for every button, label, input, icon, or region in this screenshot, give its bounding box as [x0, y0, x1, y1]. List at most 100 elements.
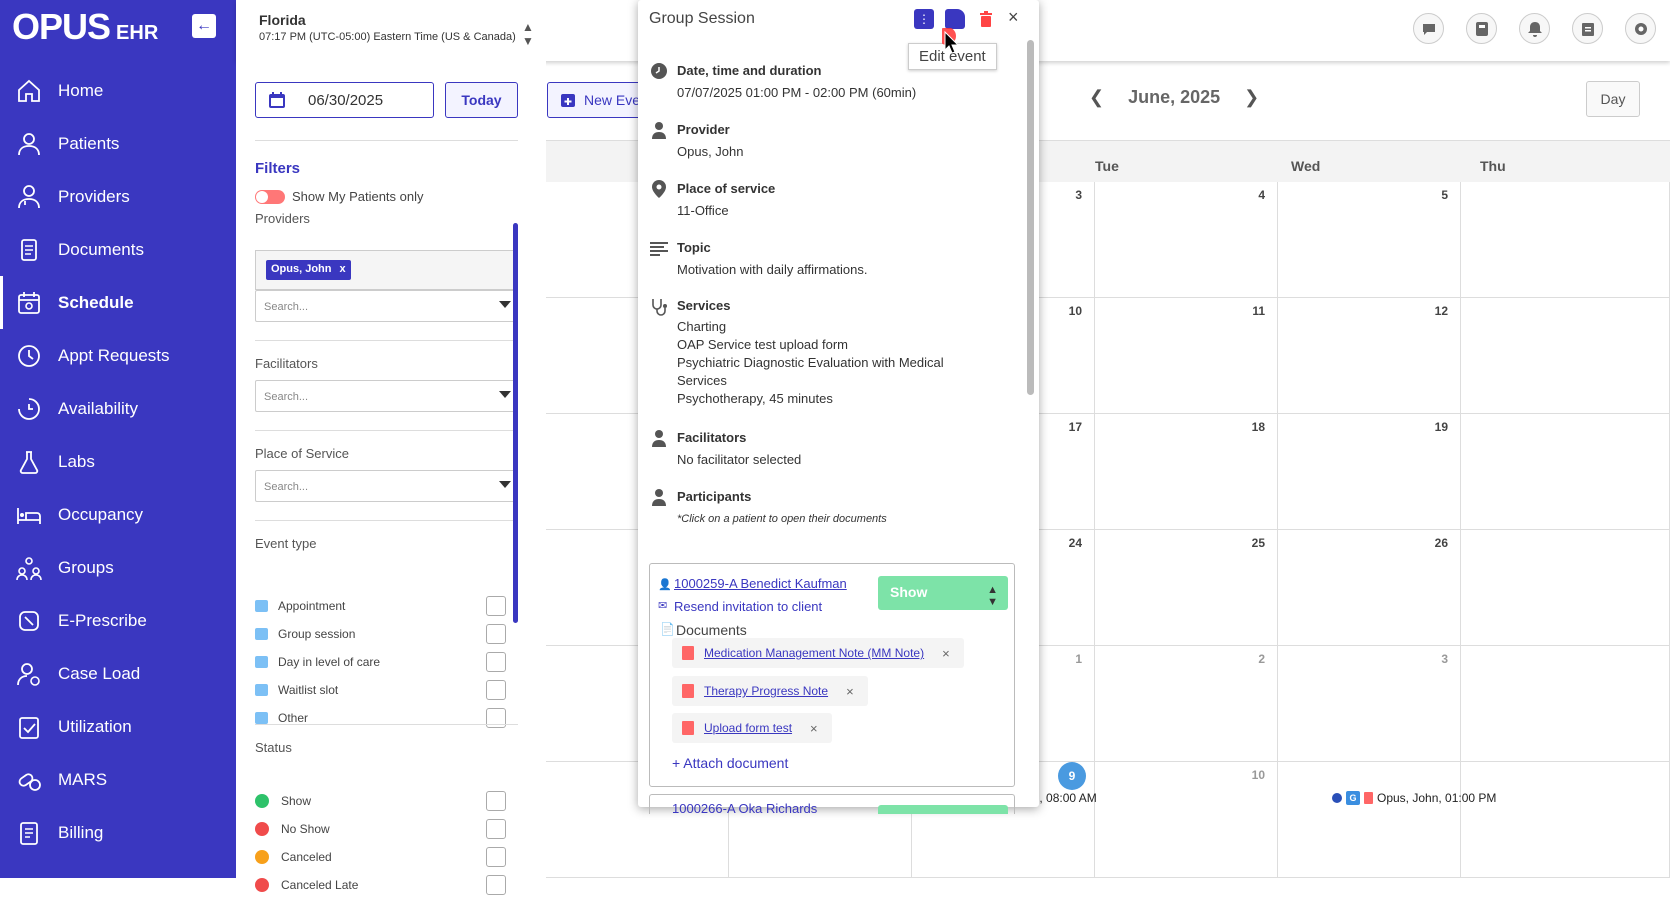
divider: [255, 340, 518, 341]
person-icon: [650, 488, 668, 506]
next-month-icon[interactable]: ❯: [1244, 87, 1259, 108]
calendar-day-cell[interactable]: 10: [1095, 762, 1278, 878]
sidebar-item-providers[interactable]: Providers: [0, 170, 236, 223]
remove-document-icon[interactable]: ×: [810, 721, 818, 736]
sidebar-item-labs[interactable]: Labs: [0, 435, 236, 488]
sidebar-item-e-prescribe[interactable]: E-Prescribe: [0, 594, 236, 647]
calendar-day-cell[interactable]: [1461, 530, 1670, 646]
remove-document-icon[interactable]: ×: [942, 646, 950, 661]
sidebar-item-home[interactable]: Home: [0, 64, 236, 117]
sidebar-item-case-load[interactable]: Case Load: [0, 647, 236, 700]
location-sort-icon[interactable]: ▲ ▼: [522, 20, 534, 48]
providers-chip-box[interactable]: Opus, John x: [255, 250, 518, 290]
sidebar-item-groups[interactable]: Groups: [0, 541, 236, 594]
calendar-day-cell[interactable]: [1461, 182, 1670, 298]
event-type-row: Day in level of care: [255, 648, 518, 676]
utilization-icon: [16, 714, 42, 740]
calendar-day-cell[interactable]: [1461, 762, 1670, 878]
event-type-checkbox[interactable]: [486, 596, 506, 616]
calendar-day-cell[interactable]: 18: [1095, 414, 1278, 530]
facilitators-search[interactable]: Search...: [255, 380, 518, 412]
event-type-checkbox[interactable]: [486, 708, 506, 728]
provider-chip[interactable]: Opus, John x: [266, 260, 351, 280]
calendar-day-cell[interactable]: [1278, 762, 1461, 878]
status-checkbox[interactable]: [486, 791, 506, 811]
status-checkbox[interactable]: [486, 875, 506, 895]
edit-event-icon[interactable]: [945, 9, 965, 29]
sidebar-item-documents[interactable]: Documents: [0, 223, 236, 276]
place-search[interactable]: Search...: [255, 470, 518, 502]
collapse-sidebar-button[interactable]: ←: [192, 14, 216, 38]
sidebar-item-mars[interactable]: MARS: [0, 753, 236, 806]
calendar-day-cell[interactable]: 2: [1095, 646, 1278, 762]
list-icon[interactable]: ⋮: [914, 9, 934, 29]
schedule-icon: [16, 290, 42, 316]
logo: OPUS EHR: [12, 6, 159, 47]
status-checkbox[interactable]: [486, 847, 506, 867]
providers-search[interactable]: Search...: [255, 290, 518, 322]
location-name[interactable]: Florida: [259, 12, 306, 28]
status-checkbox[interactable]: [486, 819, 506, 839]
day-number: 24: [1068, 536, 1082, 550]
attach-document-link[interactable]: + Attach document: [672, 755, 788, 771]
status-dot: [255, 794, 269, 808]
sidebar-item-appt-requests[interactable]: Appt Requests: [0, 329, 236, 382]
place-label: Place of service: [677, 181, 776, 196]
book-icon[interactable]: [1466, 13, 1497, 44]
sidebar-item-patients[interactable]: Patients: [0, 117, 236, 170]
sidebar-item-utilization[interactable]: Utilization: [0, 700, 236, 753]
provider-value: Opus, John: [677, 144, 744, 159]
date-value: 06/30/2025: [308, 91, 384, 109]
sidebar-item-label: Groups: [58, 557, 114, 577]
gear-icon[interactable]: [1625, 13, 1656, 44]
filter-scrollbar[interactable]: [513, 223, 518, 623]
event-type-checkbox[interactable]: [486, 624, 506, 644]
calendar-day-cell[interactable]: [1461, 414, 1670, 530]
envelope-icon: ✉: [658, 600, 668, 612]
prev-month-icon[interactable]: ❮: [1089, 87, 1104, 108]
calendar-day-cell[interactable]: [1461, 646, 1670, 762]
calendar-day-cell[interactable]: 12: [1278, 298, 1461, 414]
resend-invitation-link[interactable]: Resend invitation to client: [674, 599, 822, 614]
event-type-checkbox[interactable]: [486, 652, 506, 672]
close-icon[interactable]: ×: [1008, 7, 1019, 28]
calendar-day-cell[interactable]: 25: [1095, 530, 1278, 646]
chat-icon[interactable]: [1413, 13, 1444, 44]
clipboard-icon[interactable]: [1572, 13, 1603, 44]
today-button[interactable]: Today: [445, 82, 518, 118]
document-link[interactable]: Medication Management Note (MM Note): [704, 646, 924, 660]
calendar-day-cell[interactable]: [1461, 298, 1670, 414]
date-picker[interactable]: 06/30/2025: [255, 82, 434, 118]
sidebar-item-billing[interactable]: Billing: [0, 806, 236, 859]
event-type-checkbox[interactable]: [486, 680, 506, 700]
document-icon: [1364, 792, 1373, 804]
sidebar-item-label: MARS: [58, 769, 108, 789]
calendar-day-cell[interactable]: 26: [1278, 530, 1461, 646]
sidebar-item-schedule[interactable]: Schedule: [0, 276, 236, 329]
bell-icon[interactable]: [1519, 13, 1550, 44]
calendar-day-cell[interactable]: 19: [1278, 414, 1461, 530]
document-link[interactable]: Upload form test: [704, 721, 792, 735]
sidebar-item-availability[interactable]: Availability: [0, 382, 236, 435]
day-view-button[interactable]: Day: [1586, 81, 1640, 117]
attendance-select[interactable]: [878, 805, 1008, 814]
facilitators-label: Facilitators: [255, 356, 318, 371]
calendar-event[interactable]: G Opus, John, 01:00 PM: [1328, 789, 1503, 807]
group-badge-icon: G: [1346, 791, 1360, 805]
popup-scrollbar[interactable]: [1027, 40, 1034, 395]
clock-icon: [650, 62, 668, 80]
calendar-day-cell[interactable]: 3: [1278, 646, 1461, 762]
show-my-patients-toggle[interactable]: [255, 190, 285, 204]
sidebar-item-occupancy[interactable]: Occupancy: [0, 488, 236, 541]
document-link[interactable]: Therapy Progress Note: [704, 684, 828, 698]
attendance-select[interactable]: Show ▲ ▼: [878, 576, 1008, 610]
calendar-day-cell[interactable]: 4: [1095, 182, 1278, 298]
remove-document-icon[interactable]: ×: [846, 684, 854, 699]
chip-remove-icon[interactable]: x: [340, 263, 346, 277]
participant-link[interactable]: 1000266-A Oka Richards: [672, 801, 817, 814]
calendar-day-cell[interactable]: 11: [1095, 298, 1278, 414]
trash-icon[interactable]: [976, 9, 996, 29]
calendar-day-cell[interactable]: 5: [1278, 182, 1461, 298]
event-type-row: Waitlist slot: [255, 676, 518, 704]
participant-link[interactable]: 1000259-A Benedict Kaufman: [674, 576, 847, 591]
